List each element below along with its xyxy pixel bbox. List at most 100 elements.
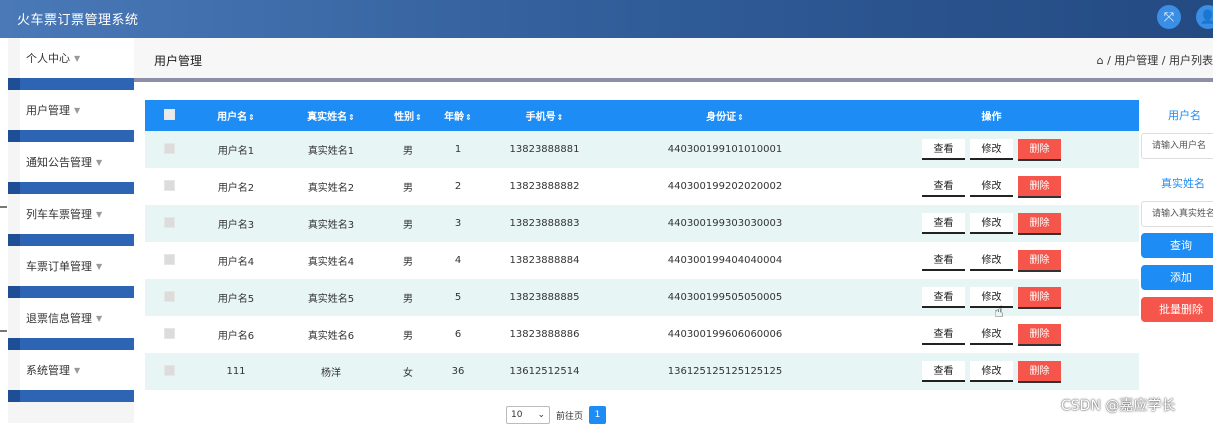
row-checkbox[interactable] <box>145 279 193 316</box>
chevron-down-icon: ▼ <box>96 261 103 271</box>
mouse-cursor-icon: ☝ <box>994 302 1004 321</box>
edit-button[interactable]: 修改 <box>970 324 1013 345</box>
sidebar-item-refund-management[interactable]: 退票信息管理 ▼ <box>20 298 134 338</box>
cell-age: 4 <box>454 255 462 266</box>
row-checkbox[interactable] <box>145 353 193 390</box>
top-bar: 火车票订票管理系统 ⤧ 👤 <box>0 0 1213 38</box>
edit-button[interactable]: 修改 <box>970 139 1013 160</box>
watermark: CSDN @嘉应学长 <box>1061 398 1176 414</box>
cell-age: 3 <box>454 218 462 229</box>
main-header: 用户管理 ⌂ / 用户管理 / 用户列表 <box>134 38 1213 80</box>
sidebar-item-label: 车票订单管理 <box>26 260 92 273</box>
delete-button[interactable]: 删除 <box>1018 286 1061 309</box>
row-checkbox[interactable] <box>145 168 193 205</box>
cell-phone: 13823888884 <box>509 255 580 266</box>
edit-button[interactable]: 修改 <box>970 287 1013 308</box>
cell-username: 用户名6 <box>217 331 255 342</box>
sort-icon[interactable]: ⇕ <box>248 113 255 122</box>
column-header-username[interactable]: 用户名⇕ <box>193 100 279 131</box>
sidebar-item-label: 个人中心 <box>26 52 70 65</box>
column-header-idcard[interactable]: 身份证⇕ <box>606 100 844 131</box>
sidebar-item-label: 用户管理 <box>26 104 70 117</box>
sidebar-item-label: 列车车票管理 <box>26 208 92 221</box>
cell-realname: 真实姓名1 <box>307 146 355 157</box>
view-button[interactable]: 查看 <box>922 250 965 271</box>
table-row: 用户名6 真实姓名6 男 6 13823888886 440300199606060006… <box>145 316 1139 353</box>
sort-icon[interactable]: ⇕ <box>348 113 355 122</box>
chevron-down-icon: ▼ <box>74 365 81 375</box>
header-divider <box>134 78 1213 82</box>
chevron-down-icon: ▼ <box>96 157 103 167</box>
delete-button[interactable]: 删除 <box>1018 175 1061 198</box>
delete-button[interactable]: 删除 <box>1018 138 1061 161</box>
view-button[interactable]: 查看 <box>922 361 965 382</box>
app-title: 火车票订票管理系统 <box>17 13 139 28</box>
query-button[interactable]: 查询 <box>1141 233 1213 258</box>
delete-button[interactable]: 删除 <box>1018 212 1061 235</box>
row-checkbox[interactable] <box>145 242 193 279</box>
sort-icon[interactable]: ⇕ <box>415 113 422 122</box>
username-search-input[interactable]: 请输入用户名 <box>1141 133 1213 159</box>
cell-realname: 真实姓名6 <box>307 331 355 342</box>
cell-actions: 查看 修改 删除 <box>844 131 1139 168</box>
row-checkbox[interactable] <box>145 131 193 168</box>
cell-age: 6 <box>454 329 462 340</box>
user-icon[interactable]: 👤 <box>1196 5 1213 29</box>
delete-button[interactable]: 删除 <box>1018 323 1061 346</box>
sort-icon[interactable]: ⇕ <box>465 113 472 122</box>
cell-username: 用户名4 <box>217 257 255 268</box>
row-checkbox[interactable] <box>145 316 193 353</box>
sidebar-item-system-management[interactable]: 系统管理 ▼ <box>20 350 134 390</box>
cell-idcard: 136125125125125125 <box>667 366 783 377</box>
cell-idcard: 440300199505050005 <box>667 292 783 303</box>
page-button[interactable]: 1 <box>589 406 607 424</box>
sidebar: 个人中心 ▼ 用户管理 ▼ 通知公告管理 ▼ 列车车票管理 ▼ 车票订单管理 ▼… <box>8 38 134 423</box>
user-table: 用户名⇕ 真实姓名⇕ 性别⇕ 年龄⇕ 手机号⇕ 身份证⇕ 操作 用户名1 真实姓名… <box>145 100 1139 390</box>
table-header-row: 用户名⇕ 真实姓名⇕ 性别⇕ 年龄⇕ 手机号⇕ 身份证⇕ 操作 <box>145 100 1139 131</box>
view-button[interactable]: 查看 <box>922 324 965 345</box>
cell-phone: 13612512514 <box>509 366 580 377</box>
delete-button[interactable]: 删除 <box>1018 360 1061 383</box>
page-size-select[interactable]: 10 ⌄ <box>506 406 550 424</box>
view-button[interactable]: 查看 <box>922 176 965 197</box>
column-header-realname[interactable]: 真实姓名⇕ <box>279 100 383 131</box>
row-checkbox[interactable] <box>145 205 193 242</box>
delete-button[interactable]: 删除 <box>1018 249 1061 272</box>
column-header-phone[interactable]: 手机号⇕ <box>483 100 606 131</box>
view-button[interactable]: 查看 <box>922 139 965 160</box>
breadcrumb[interactable]: ⌂ / 用户管理 / 用户列表 <box>1097 52 1213 68</box>
sidebar-item-user-management[interactable]: 用户管理 ▼ <box>20 90 134 130</box>
sidebar-item-notice-management[interactable]: 通知公告管理 ▼ <box>20 142 134 182</box>
realname-search-input[interactable]: 请输入真实姓名 <box>1141 201 1213 227</box>
sidebar-item-order-management[interactable]: 车票订单管理 ▼ <box>20 246 134 286</box>
sidebar-item-ticket-management[interactable]: 列车车票管理 ▼ <box>20 194 134 234</box>
cell-idcard: 440300199202020002 <box>667 181 783 192</box>
cell-gender: 男 <box>403 331 413 342</box>
page-title: 用户管理 <box>154 54 203 68</box>
view-button[interactable]: 查看 <box>922 287 965 308</box>
cell-actions: 查看 修改 删除 <box>844 205 1139 242</box>
sidebar-item-personal-center[interactable]: 个人中心 ▼ <box>20 38 134 78</box>
edit-button[interactable]: 修改 <box>970 361 1013 382</box>
edit-button[interactable]: 修改 <box>970 213 1013 234</box>
sort-icon[interactable]: ⇕ <box>737 113 744 122</box>
table-row: 用户名4 真实姓名4 男 4 13823888884 440300199404040004… <box>145 242 1139 279</box>
sort-icon[interactable]: ⇕ <box>557 113 564 122</box>
cell-realname: 杨洋 <box>321 368 341 379</box>
cell-phone: 13823888882 <box>509 181 580 192</box>
column-header-age[interactable]: 年龄⇕ <box>433 100 483 131</box>
view-button[interactable]: 查看 <box>922 213 965 234</box>
select-all-checkbox[interactable] <box>145 100 193 131</box>
column-header-gender[interactable]: 性别⇕ <box>383 100 433 131</box>
cell-idcard: 440300199101010001 <box>667 144 783 155</box>
batch-delete-button[interactable]: 批量删除 <box>1141 297 1213 322</box>
cell-username: 用户名5 <box>217 294 255 305</box>
edit-button[interactable]: 修改 <box>970 250 1013 271</box>
realname-search-label: 真实姓名 <box>1161 177 1205 190</box>
pagination: 10 ⌄ 前往页 1 <box>506 406 607 424</box>
expand-icon[interactable]: ⤧ <box>1157 5 1181 29</box>
cell-age: 1 <box>454 144 462 155</box>
edit-button[interactable]: 修改 <box>970 176 1013 197</box>
left-edge <box>0 38 8 423</box>
add-button[interactable]: 添加 <box>1141 265 1213 290</box>
